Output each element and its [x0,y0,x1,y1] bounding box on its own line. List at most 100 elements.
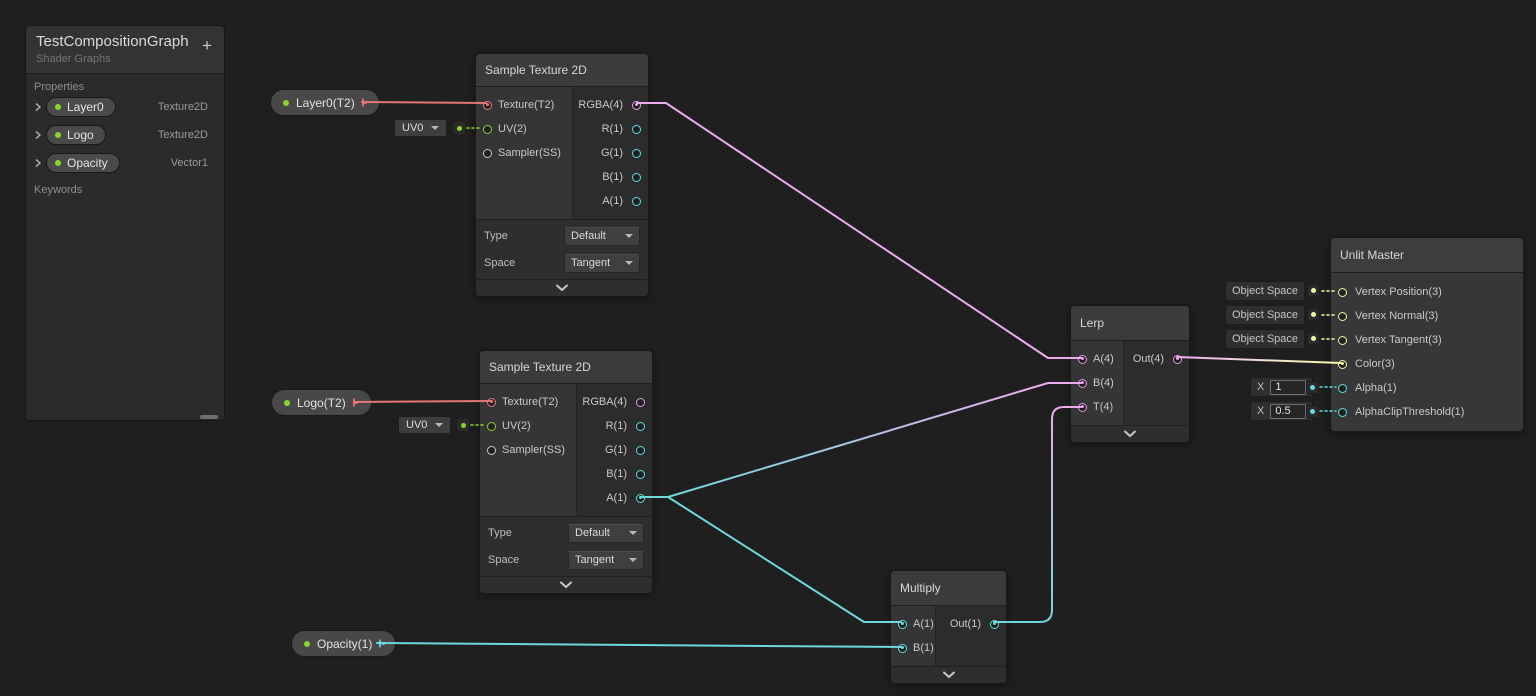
chevron-right-icon[interactable] [34,158,42,168]
port-a-output[interactable] [632,197,641,206]
port-g-output[interactable] [636,446,645,455]
port-label: Sampler(SS) [498,147,561,159]
port-label: Vertex Tangent(3) [1355,334,1442,346]
port-uv-input[interactable] [483,125,492,134]
object-space-badge[interactable]: Object Space [1225,281,1305,301]
wire-multiply-out-to-lerp-t[interactable] [994,407,1081,622]
node-title-bar[interactable]: Sample Texture 2D [476,54,648,87]
node-sample-texture-2[interactable]: Sample Texture 2D Texture(T2) UV(2) Samp… [479,350,653,594]
wire-rgba1-to-lerp-a[interactable] [637,103,1081,358]
collapse-toggle[interactable] [476,279,648,296]
port-sampler-input[interactable] [487,446,496,455]
shader-graph-canvas[interactable]: TestCompositionGraph Shader Graphs + Pro… [0,0,1536,696]
wire-a1-to-multiply-a[interactable] [641,497,901,622]
exposed-dot-icon [284,400,290,406]
connector-dot-icon [461,423,466,428]
node-title-bar[interactable]: Unlit Master [1331,238,1523,273]
collapse-toggle[interactable] [1071,425,1189,442]
port-texture-input[interactable] [483,101,492,110]
property-node-logo[interactable]: Logo(T2) [271,389,372,416]
property-pill-layer0[interactable]: Layer0 [46,97,116,117]
property-node-label: Layer0(T2) [296,96,355,110]
wire-a1-to-lerp-b[interactable] [641,383,1081,497]
property-pill-logo[interactable]: Logo [46,125,106,145]
add-property-button[interactable]: + [202,37,212,54]
port-vertex-position-input[interactable] [1338,288,1347,297]
node-title-bar[interactable]: Multiply [891,571,1006,606]
node-multiply[interactable]: Multiply A(1) B(1) Out(1) [890,570,1007,684]
node-title: Multiply [900,581,941,595]
port-b-output[interactable] [636,470,645,479]
property-node-layer0[interactable]: Layer0(T2) [270,89,380,116]
port-sampler-input[interactable] [483,149,492,158]
port-alpha-input[interactable] [1338,384,1347,393]
chevron-down-icon [629,558,637,562]
type-label: Type [488,527,512,539]
property-row-layer0[interactable]: Layer0 Texture2D [26,93,224,121]
port-a-input[interactable] [1078,355,1087,364]
exposed-dot-icon [304,641,310,647]
alphaclip-value-field[interactable]: 0.5 [1270,404,1306,419]
property-pill-opacity[interactable]: Opacity [46,153,120,173]
port-r-output[interactable] [636,422,645,431]
port-a-input[interactable] [898,620,907,629]
type-value: Default [571,230,606,242]
chevron-down-icon [625,234,633,238]
wire-layer0-to-texture1[interactable] [362,102,486,103]
blackboard-panel[interactable]: TestCompositionGraph Shader Graphs + Pro… [25,25,225,421]
object-space-badge[interactable]: Object Space [1225,329,1305,349]
panel-resize-handle[interactable] [200,415,218,419]
property-node-opacity[interactable]: Opacity(1) [291,630,396,657]
port-logo-output[interactable] [353,398,355,407]
type-dropdown[interactable]: Default [564,227,640,246]
space-dropdown[interactable]: Tangent [568,551,644,570]
chevron-right-icon[interactable] [34,102,42,112]
wire-logo-to-texture2[interactable] [355,401,490,402]
port-a-output[interactable] [636,494,645,503]
collapse-toggle[interactable] [891,666,1006,683]
port-layer0-output[interactable] [362,98,364,107]
property-row-logo[interactable]: Logo Texture2D [26,121,224,149]
chevron-right-icon[interactable] [34,130,42,140]
node-sample-texture-1[interactable]: Sample Texture 2D Texture(T2) UV(2) Samp… [475,53,649,297]
node-unlit-master[interactable]: Unlit Master Vertex Position(3) Vertex N… [1330,237,1524,432]
port-label: Texture(T2) [498,99,554,111]
port-alphaclipthreshold-input[interactable] [1338,408,1347,417]
port-vertex-normal-input[interactable] [1338,312,1347,321]
alpha-value-field[interactable]: 1 [1270,380,1306,395]
uv-default-connector [456,418,470,432]
port-rgba-output[interactable] [632,101,641,110]
port-rgba-output[interactable] [636,398,645,407]
connector-dot-icon [1310,409,1315,414]
port-texture-input[interactable] [487,398,496,407]
node-title-bar[interactable]: Lerp [1071,306,1189,341]
port-g-output[interactable] [632,149,641,158]
port-color-input[interactable] [1338,360,1347,369]
port-t-input[interactable] [1078,403,1087,412]
space-dropdown[interactable]: Tangent [564,254,640,273]
node-title-bar[interactable]: Sample Texture 2D [480,351,652,384]
port-out-output[interactable] [1173,355,1182,364]
port-b-input[interactable] [898,644,907,653]
wire-opacity-to-multiply-b[interactable] [377,643,901,647]
chevron-down-icon [435,423,443,427]
port-vertex-tangent-input[interactable] [1338,336,1347,345]
uv-channel-dropdown[interactable]: UV0 [394,119,447,137]
port-label: T(4) [1093,401,1113,413]
port-out-output[interactable] [990,620,999,629]
object-space-badge[interactable]: Object Space [1225,305,1305,325]
property-name: Opacity [67,156,108,170]
port-label: UV(2) [498,123,527,135]
property-row-opacity[interactable]: Opacity Vector1 [26,149,224,177]
port-uv-input[interactable] [487,422,496,431]
node-lerp[interactable]: Lerp A(4) B(4) T(4) Out(4) [1070,305,1190,443]
port-opacity-output[interactable] [379,639,381,648]
uv-channel-dropdown[interactable]: UV0 [398,416,451,434]
port-r-output[interactable] [632,125,641,134]
wire-lerp-out-to-color[interactable] [1177,357,1341,363]
collapse-toggle[interactable] [480,576,652,593]
port-b-input[interactable] [1078,379,1087,388]
chevron-down-icon [431,126,439,130]
type-dropdown[interactable]: Default [568,524,644,543]
port-b-output[interactable] [632,173,641,182]
